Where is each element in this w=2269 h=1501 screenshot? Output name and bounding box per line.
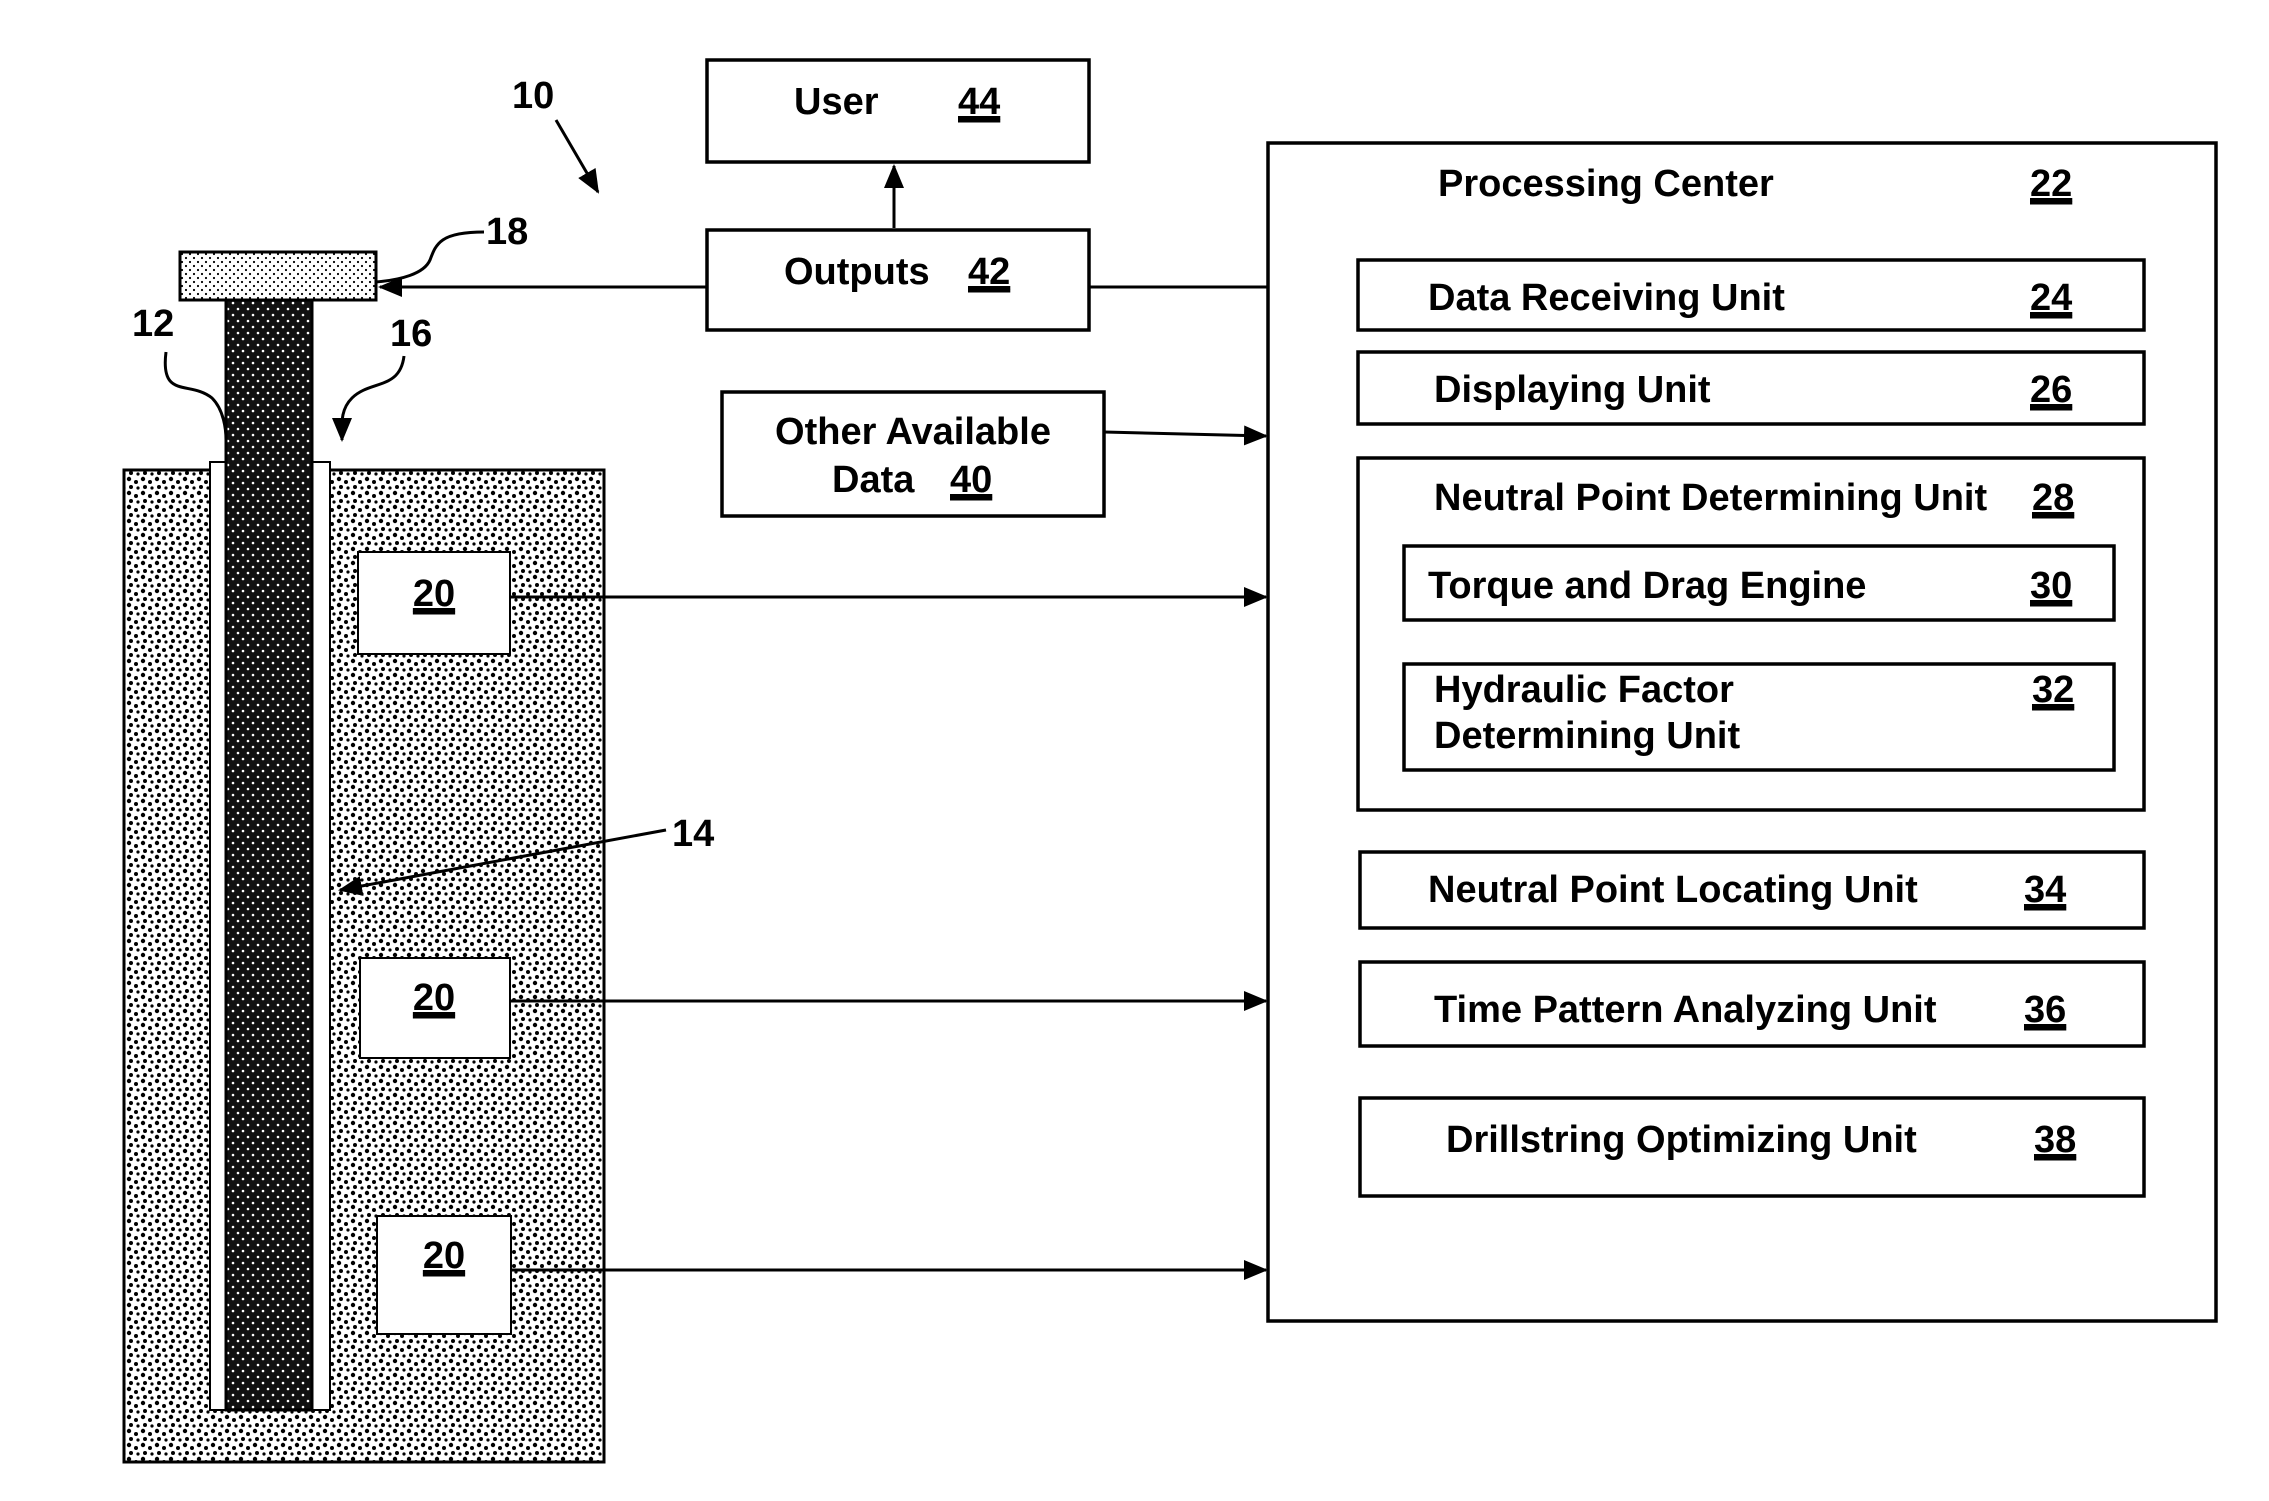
user-label: User	[794, 81, 879, 123]
hydraulic-factor-unit-label-line1: Hydraulic Factor	[1434, 669, 1734, 711]
outputs-label: Outputs	[784, 251, 930, 293]
neutral-point-locating-unit-ref: 34	[2024, 869, 2066, 911]
data-receiving-unit-ref: 24	[2030, 277, 2072, 319]
system-ref-label: 10	[512, 75, 554, 117]
displaying-unit-ref: 26	[2030, 369, 2072, 411]
sensor-label-1: 20	[413, 573, 455, 615]
torque-drag-engine-label: Torque and Drag Engine	[1428, 565, 1866, 607]
neutral-point-determining-unit-ref: 28	[2032, 477, 2074, 519]
data-receiving-unit-label: Data Receiving Unit	[1428, 277, 1785, 319]
hydraulic-factor-unit-label-line2: Determining Unit	[1434, 715, 1740, 757]
other-data-ref: 40	[950, 459, 992, 501]
surface-unit	[178, 250, 378, 302]
surface-unit-ref-label: 18	[486, 211, 528, 253]
system-diagram: 20 20 20 10 18 12 16 14 User 44 Outputs …	[122, 58, 2218, 1464]
drillstring-ref-label: 12	[132, 303, 174, 345]
hydraulic-factor-unit-ref: 32	[2032, 669, 2074, 711]
other-data-label-line1: Other Available	[775, 411, 1051, 453]
time-pattern-analyzing-unit-label: Time Pattern Analyzing Unit	[1434, 989, 1937, 1031]
neutral-point-determining-unit-label: Neutral Point Determining Unit	[1434, 477, 1987, 519]
neutral-point-ref-label: 14	[672, 813, 714, 855]
processing-center-ref: 22	[2030, 163, 2072, 205]
other-data-arrow	[1103, 425, 1268, 446]
drillstring-optimizing-unit-label: Drillstring Optimizing Unit	[1446, 1119, 1917, 1161]
drillstring	[224, 296, 314, 1412]
borehole-ref-label: 16	[390, 313, 432, 355]
surface-unit-leader	[375, 230, 485, 284]
torque-drag-engine-ref: 30	[2030, 565, 2072, 607]
processing-center-label: Processing Center	[1438, 163, 1774, 205]
neutral-point-locating-unit-label: Neutral Point Locating Unit	[1428, 869, 1918, 911]
sensor-label-3: 20	[423, 1235, 465, 1277]
drillstring-optimizing-unit-ref: 38	[2034, 1119, 2076, 1161]
displaying-unit-label: Displaying Unit	[1434, 369, 1711, 411]
drillstring-leader	[163, 351, 228, 441]
outputs-ref: 42	[968, 251, 1010, 293]
user-ref: 44	[958, 81, 1000, 123]
wellbore-group: 20 20 20 10 18 12 16 14	[122, 75, 714, 1464]
other-data-label-line2: Data	[832, 459, 915, 501]
user-box	[705, 58, 1091, 164]
borehole-leader	[331, 355, 406, 442]
sensor-label-2: 20	[413, 977, 455, 1019]
time-pattern-analyzing-unit-ref: 36	[2024, 989, 2066, 1031]
system-ref-arrow	[554, 119, 600, 194]
